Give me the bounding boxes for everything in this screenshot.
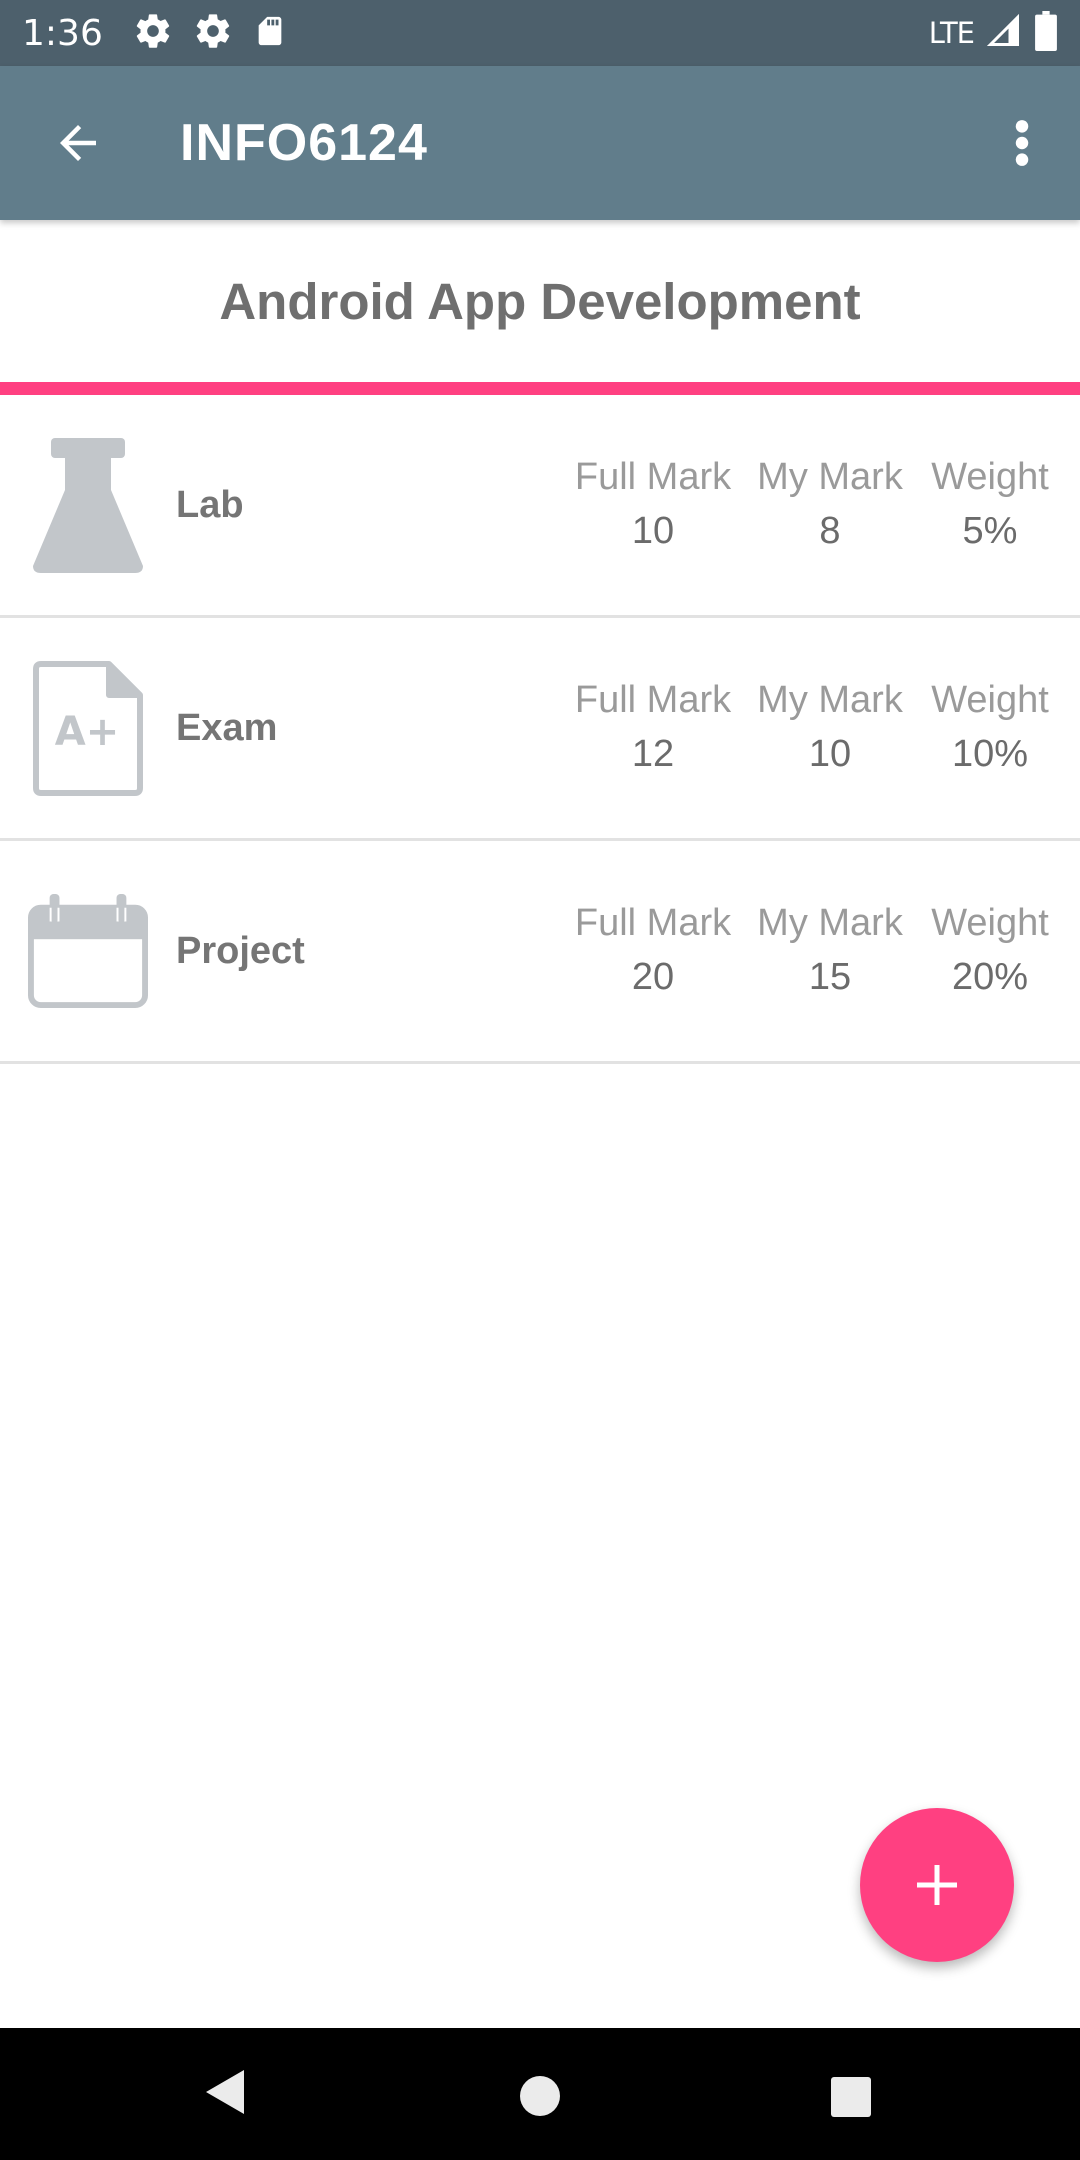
overflow-menu-button[interactable] <box>982 83 1062 203</box>
course-header: Android App Development <box>0 220 1080 382</box>
status-notification-icons <box>133 11 287 56</box>
nav-home-icon <box>520 2076 560 2116</box>
nav-recents-icon <box>831 2077 871 2117</box>
weight-value: 20% <box>951 956 1029 998</box>
arrow-back-icon <box>60 125 96 161</box>
assessment-list: Lab Full Mark 10 My Mark 8 Weight 5% A+ … <box>0 395 1080 1064</box>
full-mark-stat: Full Mark 12 <box>560 674 746 782</box>
network-type: LTE <box>928 16 975 50</box>
weight-value: 10% <box>951 733 1029 775</box>
status-time: 1:36 <box>22 12 103 54</box>
assessment-stats: Full Mark 10 My Mark 8 Weight 5% <box>560 451 1066 559</box>
weight-label: Weight <box>931 456 1049 498</box>
assessment-label: Project <box>176 929 305 972</box>
nav-home-button[interactable] <box>518 2074 562 2123</box>
my-mark-stat: My Mark 8 <box>746 451 914 559</box>
signal-icon <box>986 13 1022 54</box>
status-system-icons: LTE <box>928 10 1058 56</box>
full-mark-label: Full Mark <box>574 456 732 498</box>
list-item-lab[interactable]: Lab Full Mark 10 My Mark 8 Weight 5% <box>0 395 1080 618</box>
assessment-label: Exam <box>176 706 278 749</box>
app-bar: INFO6124 <box>0 66 1080 220</box>
list-item-exam[interactable]: A+ Exam Full Mark 12 My Mark 10 Weight 1… <box>0 618 1080 841</box>
battery-icon <box>1034 10 1058 56</box>
plus-icon <box>917 1865 957 1905</box>
settings-icon <box>193 11 233 56</box>
exam-grade-icon: A+ <box>28 658 148 798</box>
system-nav-bar <box>0 2028 1080 2160</box>
add-assessment-button[interactable] <box>860 1808 1014 1962</box>
weight-label: Weight <box>931 902 1049 944</box>
weight-stat: Weight 5% <box>914 451 1066 559</box>
list-item-project[interactable]: Project Full Mark 20 My Mark 15 Weight 2… <box>0 841 1080 1064</box>
my-mark-stat: My Mark 15 <box>746 897 914 1005</box>
accent-divider <box>0 382 1080 395</box>
full-mark-value: 12 <box>631 733 675 775</box>
my-mark-value: 15 <box>808 956 852 998</box>
nav-back-button[interactable] <box>204 2068 246 2121</box>
my-mark-stat: My Mark 10 <box>746 674 914 782</box>
nav-recents-button[interactable] <box>829 2076 873 2123</box>
weight-stat: Weight 20% <box>914 897 1066 1005</box>
assessment-stats: Full Mark 12 My Mark 10 Weight 10% <box>560 674 1066 782</box>
status-bar: 1:36 LTE <box>0 0 1080 66</box>
page-title: INFO6124 <box>180 114 428 172</box>
weight-label: Weight <box>931 679 1049 721</box>
my-mark-value: 8 <box>819 510 841 552</box>
weight-value: 5% <box>962 510 1018 552</box>
my-mark-value: 10 <box>808 733 852 775</box>
full-mark-value: 10 <box>631 510 675 552</box>
back-button[interactable] <box>18 83 138 203</box>
flask-icon <box>28 435 148 575</box>
my-mark-label: My Mark <box>757 456 903 498</box>
sd-card-icon <box>253 13 287 54</box>
full-mark-stat: Full Mark 20 <box>560 897 746 1005</box>
assessment-label: Lab <box>176 483 244 526</box>
svg-text:A+: A+ <box>55 709 119 755</box>
full-mark-stat: Full Mark 10 <box>560 451 746 559</box>
screen: 1:36 LTE INFO6124 Android App Developmen… <box>0 0 1080 2160</box>
nav-back-icon <box>206 2070 244 2114</box>
course-title: Android App Development <box>219 272 861 330</box>
full-mark-value: 20 <box>631 956 675 998</box>
weight-stat: Weight 10% <box>914 674 1066 782</box>
my-mark-label: My Mark <box>757 902 903 944</box>
full-mark-label: Full Mark <box>574 902 732 944</box>
more-vert-icon <box>1015 120 1029 166</box>
calendar-icon <box>28 881 148 1021</box>
settings-icon <box>133 11 173 56</box>
full-mark-label: Full Mark <box>574 679 732 721</box>
my-mark-label: My Mark <box>757 679 903 721</box>
assessment-stats: Full Mark 20 My Mark 15 Weight 20% <box>560 897 1066 1005</box>
